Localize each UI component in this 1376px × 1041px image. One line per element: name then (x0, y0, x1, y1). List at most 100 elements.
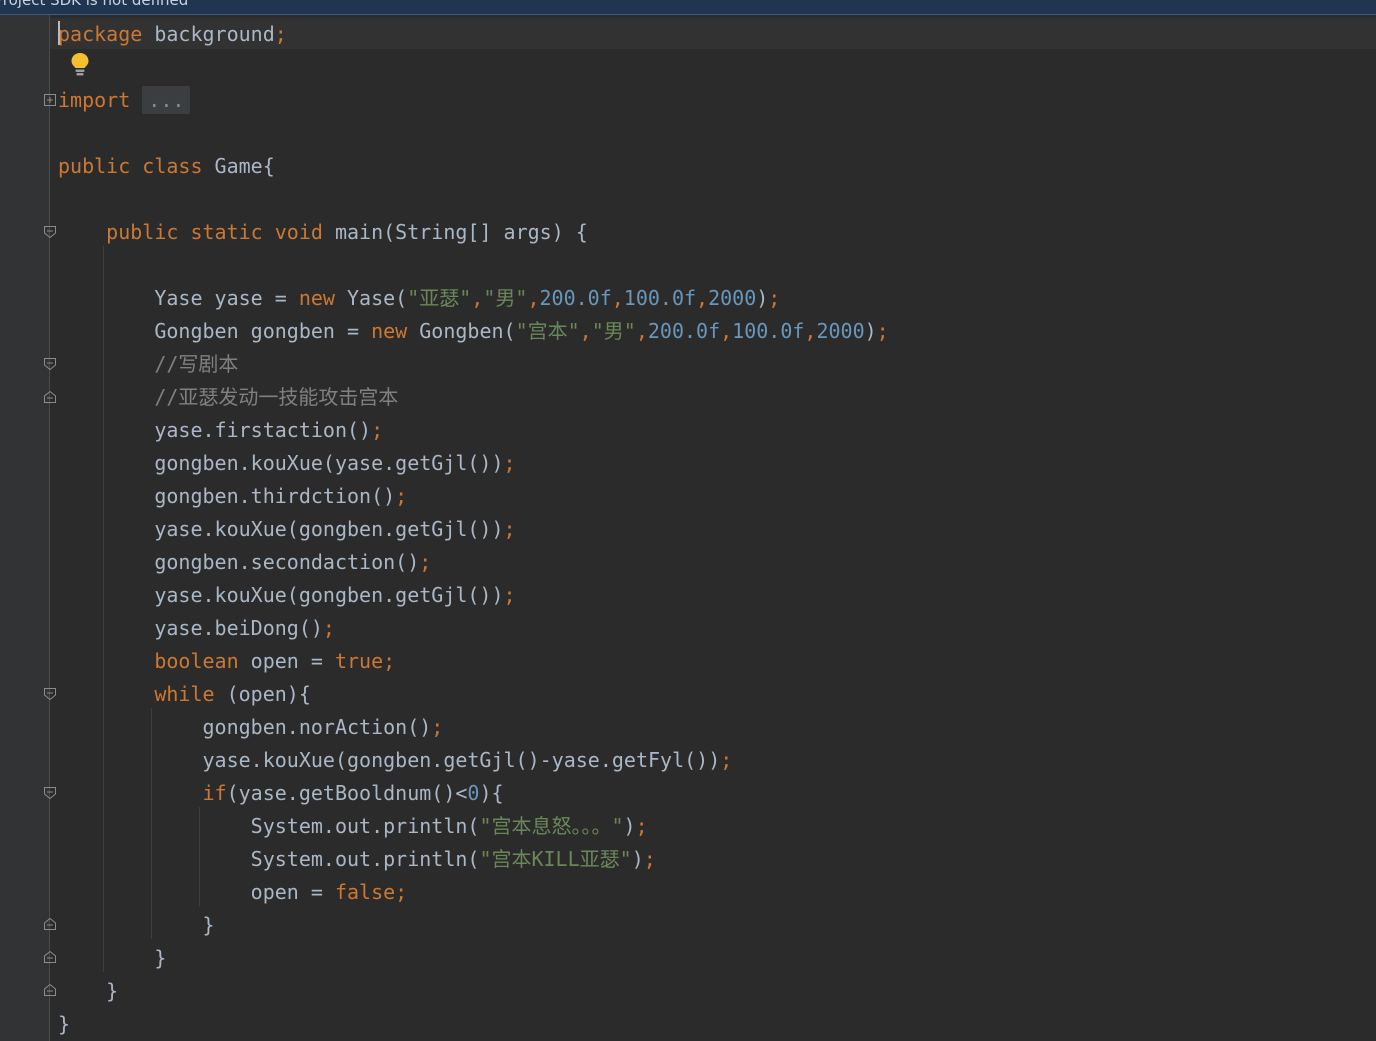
code-line[interactable]: } (58, 909, 889, 942)
collapse-fold-icon[interactable] (44, 688, 56, 700)
code-token: new (298, 286, 335, 310)
code-token: , (696, 286, 709, 310)
code-token: , (611, 286, 624, 310)
code-token: ; (371, 418, 384, 442)
code-token: new (371, 319, 408, 343)
code-token: open = (238, 649, 335, 673)
collapse-fold-icon[interactable] (44, 358, 56, 370)
sdk-warning-banner[interactable]: Project SDK is not defined (0, 0, 1376, 15)
code-line[interactable]: yase.kouXue(gongben.getGjl()-yase.getFyl… (58, 744, 889, 777)
code-line[interactable]: gongben.kouXue(yase.getGjl()); (58, 447, 889, 480)
code-token: while (154, 682, 215, 706)
code-token: } (58, 913, 215, 937)
code-token: ) (864, 319, 877, 343)
code-token: } (58, 946, 167, 970)
fold-end-icon[interactable] (44, 951, 56, 963)
code-token: ; (395, 484, 408, 508)
code-line[interactable] (58, 51, 889, 84)
fold-end-icon[interactable] (44, 918, 56, 930)
code-line[interactable]: public static void main(String[] args) { (58, 216, 889, 249)
code-token: System.out.println( (58, 847, 480, 871)
code-token: 2000 (708, 286, 757, 310)
code-token: //写剧本 (58, 352, 239, 376)
code-line[interactable]: } (58, 1008, 889, 1041)
code-token: ; (503, 451, 516, 475)
code-line[interactable]: public class Game{ (58, 150, 889, 183)
code-token: ; (635, 814, 648, 838)
code-token: 100.0f (623, 286, 697, 310)
code-token: 200.0f (647, 319, 721, 343)
code-token: } (58, 979, 119, 1003)
code-token: ) (756, 286, 769, 310)
editor-gutter[interactable] (0, 15, 50, 1041)
code-token: if (202, 781, 227, 805)
code-line[interactable]: //亚瑟发动一技能攻击宫本 (58, 381, 889, 414)
code-token: Gongben( (407, 319, 516, 343)
code-line[interactable]: yase.kouXue(gongben.getGjl()); (58, 513, 889, 546)
code-line[interactable] (58, 117, 889, 150)
code-token: main(String[] args) { (322, 220, 588, 244)
collapse-fold-icon[interactable] (44, 226, 56, 238)
code-line[interactable] (58, 183, 889, 216)
code-editor[interactable]: package background; import ... public cl… (58, 18, 889, 1041)
code-token: , (471, 286, 484, 310)
code-token: public static void (106, 220, 323, 244)
code-token: yase.beiDong() (58, 616, 323, 640)
code-token: , (720, 319, 733, 343)
code-token: yase.kouXue(gongben.getGjl()-yase.getFyl… (58, 748, 721, 772)
code-token: open = (58, 880, 335, 904)
code-line[interactable] (58, 249, 889, 282)
code-line[interactable]: package background; (58, 18, 889, 51)
code-token: ; (720, 748, 733, 772)
code-line[interactable]: yase.kouXue(gongben.getGjl()); (58, 579, 889, 612)
code-line[interactable]: gongben.secondaction(); (58, 546, 889, 579)
code-line[interactable]: yase.beiDong(); (58, 612, 889, 645)
code-token: , (579, 319, 592, 343)
code-token: ; (322, 616, 335, 640)
fold-end-icon[interactable] (44, 984, 56, 996)
code-token: ; (383, 649, 396, 673)
code-line[interactable]: gongben.norAction(); (58, 711, 889, 744)
code-token: "男" (483, 286, 528, 310)
collapse-fold-icon[interactable] (44, 787, 56, 799)
code-line[interactable]: import ... (58, 84, 889, 117)
code-token: (open){ (214, 682, 311, 706)
code-token: ; (419, 550, 432, 574)
code-line[interactable]: System.out.println("宫本KILL亚瑟"); (58, 843, 889, 876)
code-token: Yase( (334, 286, 408, 310)
code-line[interactable]: Yase yase = new Yase("亚瑟","男",200.0f,100… (58, 282, 889, 315)
code-token: true (334, 649, 384, 673)
code-token: ; (503, 583, 516, 607)
code-line[interactable]: open = false; (58, 876, 889, 909)
code-line[interactable]: gongben.thirdction(); (58, 480, 889, 513)
gutter-separator (49, 15, 50, 1041)
code-line[interactable]: while (open){ (58, 678, 889, 711)
code-token: "亚瑟" (407, 286, 472, 310)
code-token: , (635, 319, 648, 343)
code-line[interactable]: } (58, 975, 889, 1008)
code-line[interactable]: //写剧本 (58, 348, 889, 381)
folded-imports-button[interactable]: ... (142, 86, 191, 114)
code-token: yase.firstaction() (58, 418, 372, 442)
code-token: , (804, 319, 817, 343)
code-token: "宫本息怒。。。" (479, 814, 624, 838)
code-line[interactable]: boolean open = true; (58, 645, 889, 678)
code-line[interactable]: if(yase.getBooldnum()<0){ (58, 777, 889, 810)
code-line[interactable]: System.out.println("宫本息怒。。。"); (58, 810, 889, 843)
expand-fold-icon[interactable] (44, 94, 56, 106)
code-token: 2000 (816, 319, 865, 343)
code-line[interactable]: yase.firstaction(); (58, 414, 889, 447)
code-token: Gongben gongben = (58, 319, 372, 343)
code-token: yase.kouXue(gongben.getGjl()) (58, 583, 504, 607)
fold-end-icon[interactable] (44, 391, 56, 403)
code-token: gongben.kouXue(yase.getGjl()) (58, 451, 504, 475)
code-token: "宫本" (515, 319, 580, 343)
code-token: "男" (591, 319, 636, 343)
code-line[interactable]: Gongben gongben = new Gongben("宫本","男",2… (58, 315, 888, 348)
code-line[interactable]: } (58, 942, 889, 975)
code-token: ; (768, 286, 781, 310)
